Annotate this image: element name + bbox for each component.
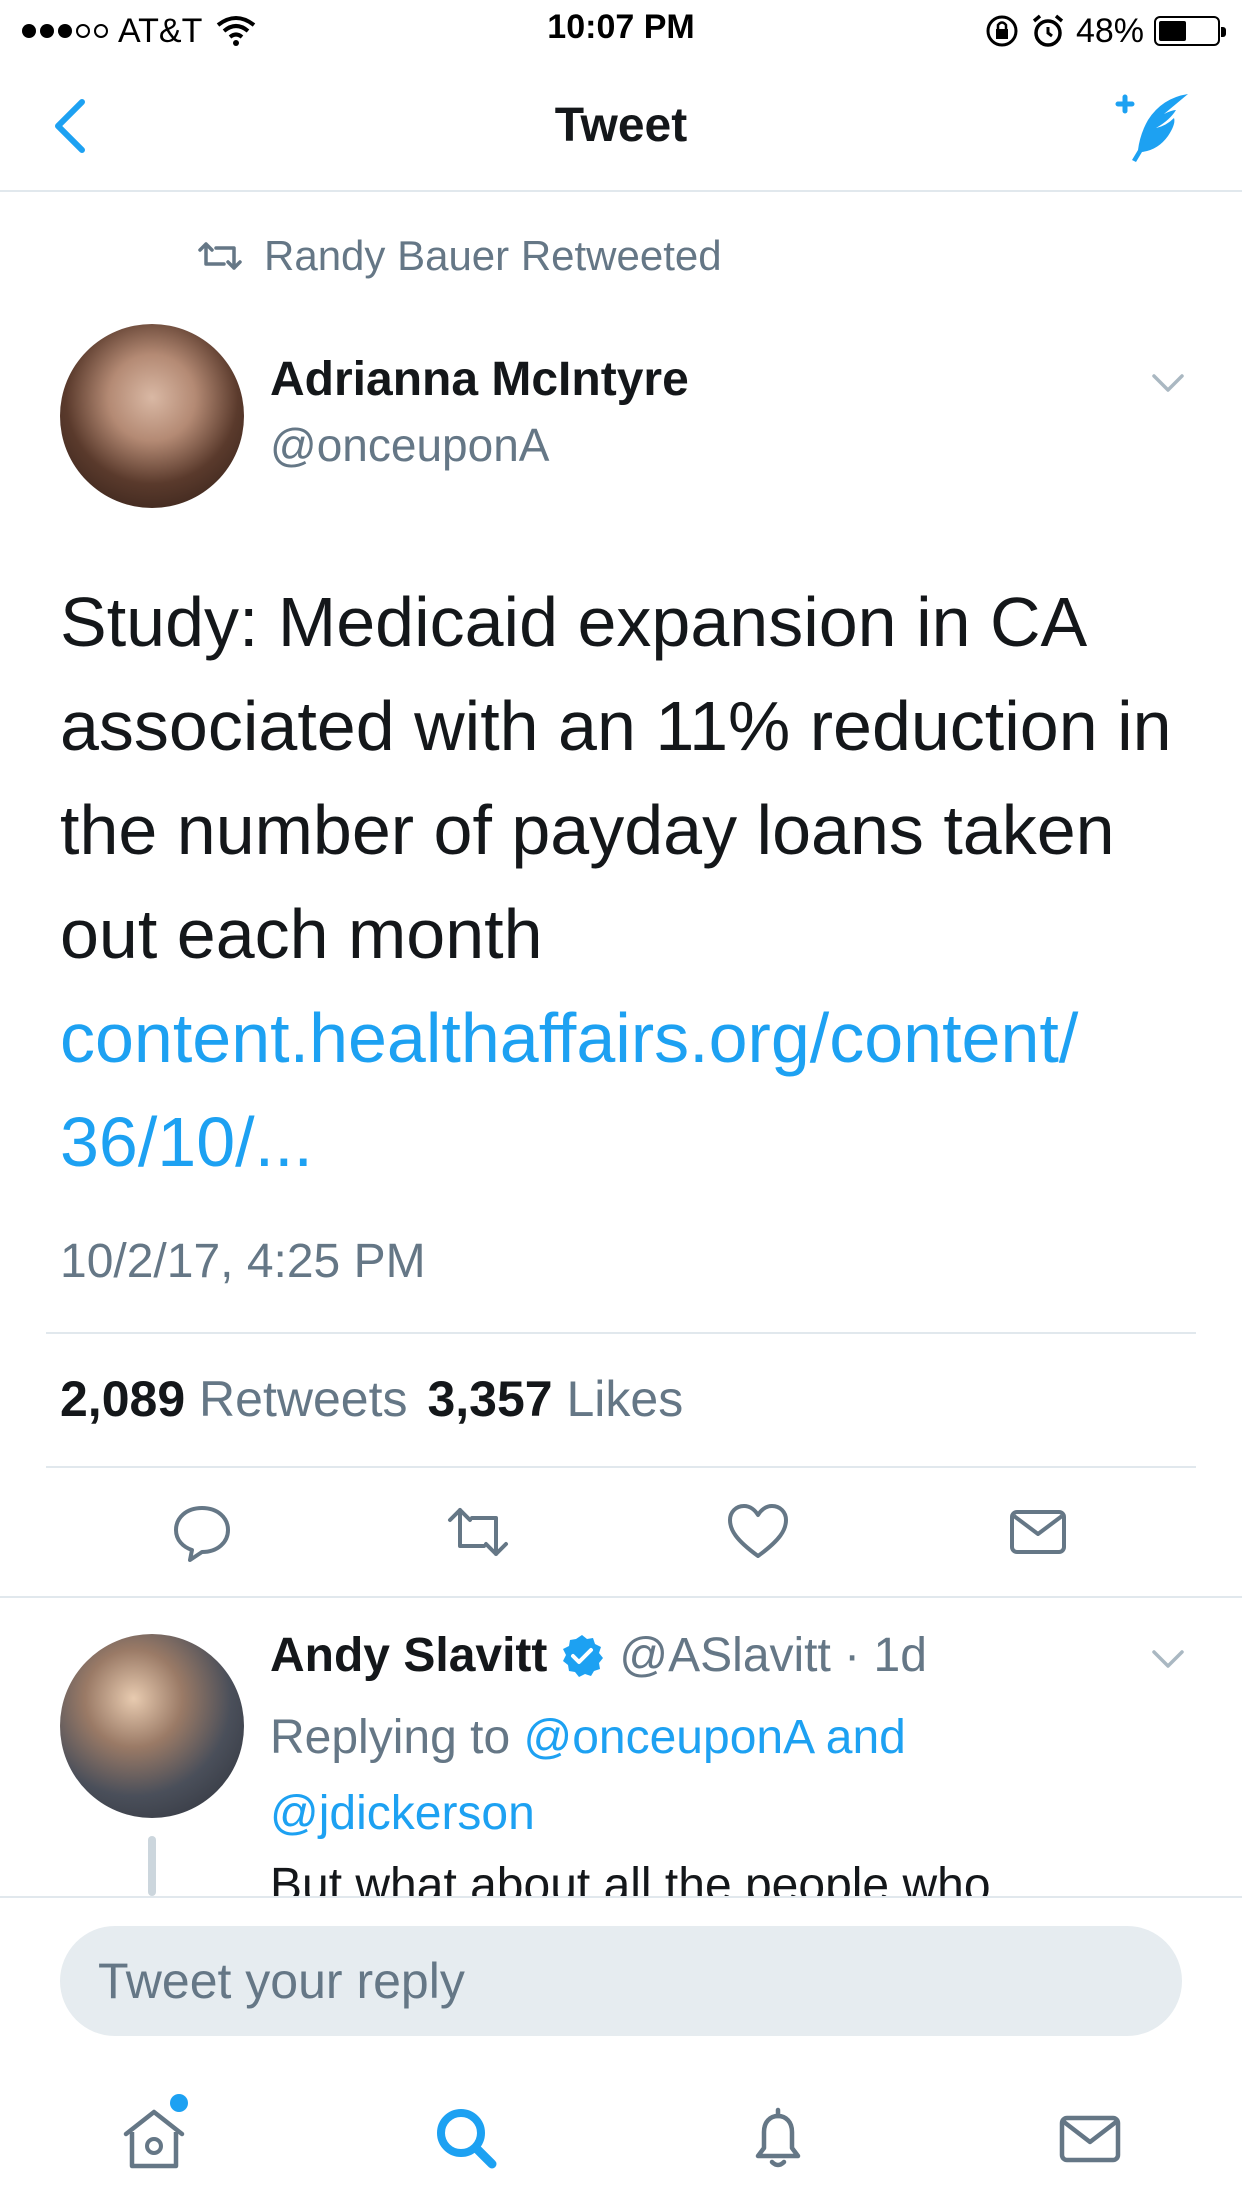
battery-percentage: 48% xyxy=(1075,11,1144,50)
reply-header: Andy Slavitt @ASlavitt · 1d xyxy=(270,1628,927,1683)
reply-author-name[interactable]: Andy Slavitt xyxy=(270,1628,547,1683)
likes-count: 3,357 xyxy=(427,1371,553,1427)
retweet-attribution[interactable]: Randy Bauer Retweeted xyxy=(196,232,722,280)
chevron-down-icon[interactable] xyxy=(1148,368,1188,398)
author-handle[interactable]: @onceuponA xyxy=(270,418,549,472)
tweet-actions xyxy=(0,1500,1242,1570)
search-icon[interactable] xyxy=(430,2102,502,2174)
thread-connector xyxy=(148,1836,156,1896)
retweet-icon xyxy=(198,242,242,270)
replying-to-line: Replying to @onceuponA and @jdickerson xyxy=(270,1700,1170,1852)
envelope-icon[interactable] xyxy=(1006,1500,1070,1564)
envelope-icon[interactable] xyxy=(1054,2102,1126,2174)
mention-and: and xyxy=(812,1711,906,1764)
author-name[interactable]: Adrianna McIntyre xyxy=(270,352,689,407)
reply-author-avatar[interactable] xyxy=(60,1634,244,1818)
author-avatar[interactable] xyxy=(60,324,244,508)
home-notification-dot xyxy=(170,2094,188,2112)
divider xyxy=(46,1466,1196,1468)
bell-icon[interactable] xyxy=(742,2102,814,2174)
retweets-stat[interactable]: 2,089 Retweets xyxy=(60,1370,407,1428)
tweet-link-line1[interactable]: content.healthaffairs.org/content/ xyxy=(60,999,1078,1077)
battery-icon xyxy=(1154,16,1226,46)
tweet-timestamp: 10/2/17, 4:25 PM xyxy=(60,1235,426,1288)
navigation-bar: Tweet xyxy=(0,62,1242,192)
retweeted-by-label: Randy Bauer Retweeted xyxy=(264,232,722,279)
retweets-label: Retweets xyxy=(199,1371,408,1427)
likes-label: Likes xyxy=(566,1371,684,1427)
tweet-stats: 2,089 Retweets 3,357 Likes xyxy=(60,1370,683,1428)
tweet-link-line2[interactable]: 36/10/... xyxy=(60,1103,313,1181)
heart-icon[interactable] xyxy=(726,1500,790,1564)
section-divider xyxy=(0,1596,1242,1598)
tab-bar xyxy=(0,2060,1242,2208)
likes-stat[interactable]: 3,357 Likes xyxy=(427,1370,683,1428)
alarm-icon xyxy=(1032,14,1064,47)
page-title: Tweet xyxy=(554,99,688,152)
home-icon[interactable] xyxy=(118,2102,190,2174)
tweet-reply-input[interactable] xyxy=(60,1926,1182,2036)
mention-onceupona[interactable]: @onceuponA xyxy=(523,1711,812,1764)
status-bar: AT&T 10:07 PM 48% xyxy=(0,0,1242,62)
reply-bar xyxy=(0,1896,1242,2046)
retweet-icon[interactable] xyxy=(446,1500,510,1564)
mention-jdickerson[interactable]: @jdickerson xyxy=(270,1787,535,1840)
replying-to-prefix: Replying to xyxy=(270,1711,524,1764)
compose-tweet-icon[interactable] xyxy=(1112,90,1192,164)
retweets-count: 2,089 xyxy=(60,1371,186,1427)
verified-badge-icon xyxy=(563,1634,604,1677)
reply-text: But what about all the people who xyxy=(270,1859,991,1898)
tweet-link[interactable]: content.healthaffairs.org/content/ 36/10… xyxy=(60,986,1190,1194)
divider xyxy=(46,1332,1196,1334)
reply-author-handle-time: @ASlavitt · 1d xyxy=(619,1629,927,1682)
chevron-down-icon[interactable] xyxy=(1148,1644,1188,1674)
orientation-lock-icon xyxy=(986,15,1018,47)
reply-icon[interactable] xyxy=(170,1500,234,1564)
tweet-body: Study: Medicaid expansion in CA associat… xyxy=(60,583,1172,973)
tweet-text: Study: Medicaid expansion in CA associat… xyxy=(60,570,1190,1194)
status-right: 48% xyxy=(984,10,1226,52)
